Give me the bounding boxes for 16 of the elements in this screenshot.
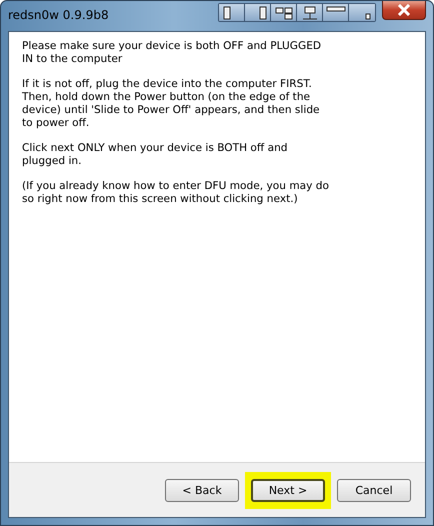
layout-icon[interactable]: [349, 4, 375, 21]
layout-icon[interactable]: [245, 4, 271, 21]
layout-icon[interactable]: [297, 4, 323, 21]
layout-icon[interactable]: [219, 4, 245, 21]
wizard-button[interactable]: Next >: [251, 478, 325, 502]
layout-icon[interactable]: [271, 4, 297, 21]
close-icon: [397, 4, 411, 16]
instruction-text: If it is not off, plug the device into the computer FIRST. Then, hold down the Power button (on the edge of the device) until 'Slide to Power Off' appears, and then slide to power off.: [22, 78, 321, 130]
window-title: redsn0w 0.9.9b8: [8, 8, 110, 22]
instruction-text: Click next ONLY when your device is BOTH off and plugged in.: [22, 142, 289, 168]
instruction-text: (If you already know how to enter DFU mode, you may do so right now from this screen without clicking next.): [22, 180, 330, 206]
wizard-button[interactable]: < Back: [165, 478, 239, 502]
close-button[interactable]: [382, 1, 426, 20]
instruction-text: Please make sure your device is both OFF and PLUGGED IN to the computer: [22, 40, 322, 66]
layout-icon[interactable]: [323, 4, 349, 21]
wizard-button[interactable]: Cancel: [337, 478, 411, 502]
